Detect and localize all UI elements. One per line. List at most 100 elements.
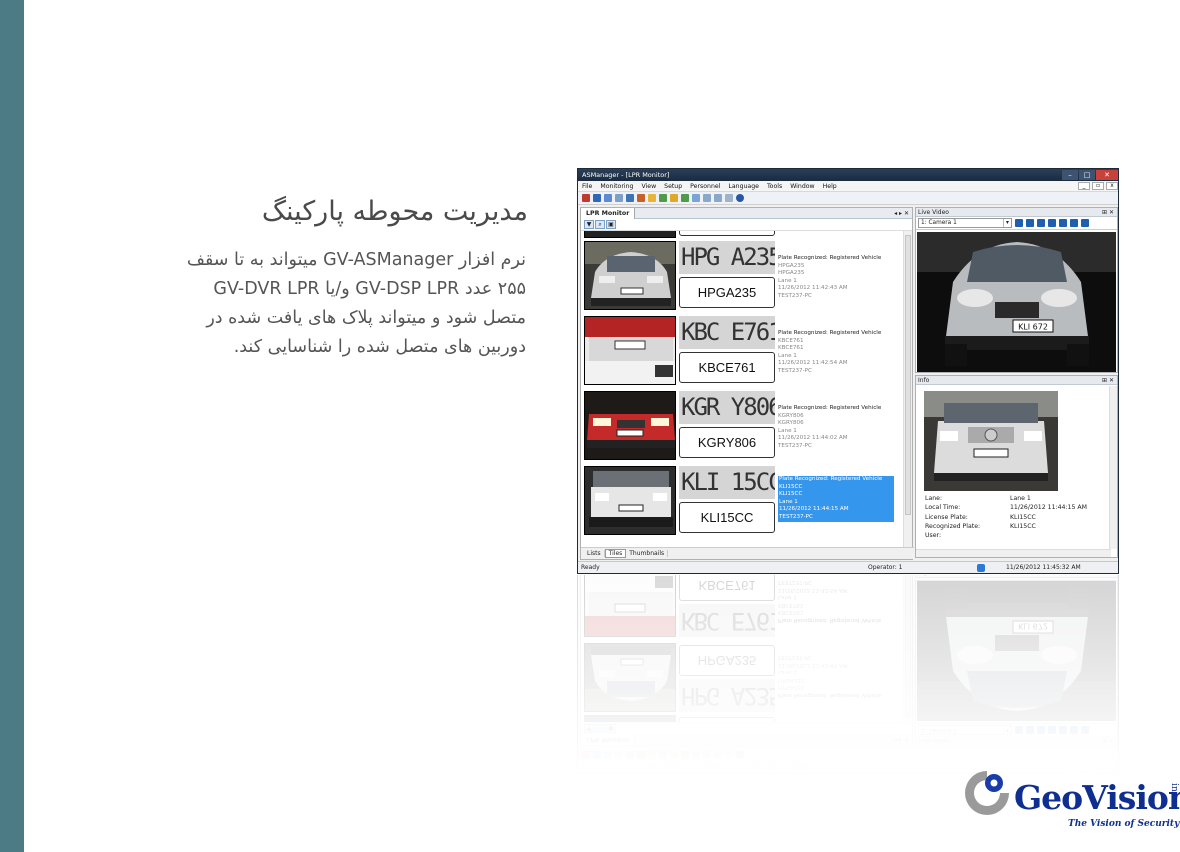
window-titlebar: ASManager - [LPR Monitor] – □ ✕ xyxy=(578,169,1118,181)
view-mode-tabs: Lists Tiles Thumbnails xyxy=(581,547,914,559)
slide-title: مدیریت محوطه پارکینگ xyxy=(261,196,528,227)
plate-crop: KBC E761 xyxy=(679,316,775,349)
zoom-out-icon[interactable] xyxy=(1070,219,1078,227)
alert-icon[interactable] xyxy=(648,194,656,202)
list-item[interactable]: HPG A235 HPGA235 Plate Recognized: Regis… xyxy=(581,239,903,311)
car-snapshot xyxy=(584,466,676,535)
maximize-button[interactable]: □ xyxy=(1079,170,1095,180)
list-item[interactable]: KGR Y806 KGRY806 Plate Recognized: Regis… xyxy=(581,389,903,461)
car-snapshot xyxy=(584,391,676,460)
menu-tools[interactable]: Tools xyxy=(767,183,782,190)
menu-file[interactable]: File xyxy=(582,183,592,190)
mdi-close-button[interactable]: x xyxy=(1106,182,1118,190)
close-button[interactable]: ✕ xyxy=(1096,170,1118,180)
zoom-in-icon[interactable] xyxy=(1059,219,1067,227)
event-lane: Lane 1 xyxy=(778,352,797,359)
ptz-icon[interactable] xyxy=(1026,219,1034,227)
info-vertical-scrollbar[interactable] xyxy=(1109,386,1117,549)
record-icon[interactable] xyxy=(637,194,645,202)
field-label-user: User: xyxy=(925,532,942,540)
settings-icon[interactable] xyxy=(692,194,700,202)
asmanager-window: ASManager - [LPR Monitor] – □ ✕ File Mon… xyxy=(577,168,1119,574)
filter-icon[interactable]: ▼ xyxy=(584,220,594,229)
event-plate: KBCE761 xyxy=(778,337,804,344)
event-recognized-plate: KGRY806 xyxy=(778,420,804,427)
info-pane: Info ⊞ ✕ Lane: Lane 1 Local Time: 11/26/20… xyxy=(915,375,1118,558)
event-details: Plate Recognized: Registered Vehicle KGR… xyxy=(778,405,894,451)
status-bar: Ready Operator: 1 11/26/2012 11:45:32 AM xyxy=(578,561,1118,573)
login-icon[interactable] xyxy=(593,194,601,202)
event-lane: Lane 1 xyxy=(778,277,797,284)
field-value-lane: Lane 1 xyxy=(1010,495,1031,502)
mdi-minimize-button[interactable]: _ xyxy=(1078,182,1090,190)
pane-controls-icon[interactable]: ◂ ▸ ✕ xyxy=(894,210,909,217)
info-horizontal-scrollbar[interactable] xyxy=(916,549,1111,557)
network-icon xyxy=(977,564,985,572)
field-value-local-time: 11/26/2012 11:44:15 AM xyxy=(1010,504,1087,512)
camera-icon[interactable] xyxy=(615,194,623,202)
display-icon[interactable] xyxy=(703,194,711,202)
report-icon[interactable] xyxy=(659,194,667,202)
tab-tiles[interactable]: Tiles xyxy=(604,549,627,558)
key-icon[interactable] xyxy=(670,194,678,202)
event-plate: KLI15CC xyxy=(779,483,803,490)
camera-select[interactable]: 1: Camera 1 ▾ xyxy=(918,218,1012,228)
plate-crop: KGR Y806 xyxy=(679,391,775,424)
menu-personnel[interactable]: Personnel xyxy=(690,183,720,190)
fullscreen-icon[interactable] xyxy=(1081,219,1089,227)
event-plate: KGRY806 xyxy=(778,412,804,419)
menu-view[interactable]: View xyxy=(641,183,656,190)
description-line: متصل شود و میتواند پلاک های یافت شده در xyxy=(206,308,526,328)
info-title: Info xyxy=(918,376,930,384)
camera-select-value: 1: Camera 1 xyxy=(921,220,957,226)
plate-text-box: KLI15CC xyxy=(679,502,775,533)
event-recognized-plate: KBCE761 xyxy=(778,345,804,352)
layout-icon[interactable] xyxy=(714,194,722,202)
check-icon[interactable] xyxy=(681,194,689,202)
live-video-pane: Live Video ⊞ ✕ 1: Camera 1 ▾ KLI 672 xyxy=(915,207,1118,373)
field-label-lane: Lane: xyxy=(925,495,943,502)
info-snapshot xyxy=(924,391,1058,491)
event-status: Plate Recognized: Registered Vehicle xyxy=(778,330,882,336)
lpr-tab-bar: LPR Monitor ◂ ▸ ✕ xyxy=(581,207,912,219)
live-video-feed[interactable]: KLI 672 xyxy=(917,232,1116,372)
description-line: دوربین های متصل شده را شناسایی کند. xyxy=(233,337,526,357)
menu-window[interactable]: Window xyxy=(790,183,814,190)
help-icon[interactable] xyxy=(736,194,744,202)
move-icon[interactable] xyxy=(1037,219,1045,227)
lpr-toolbar: ▼ ⌕ ▣ xyxy=(581,219,912,231)
event-time: 11/26/2012 11:42:54 AM xyxy=(778,360,848,367)
monitor-icon[interactable] xyxy=(604,194,612,202)
search-icon[interactable]: ⌕ xyxy=(595,220,605,229)
menu-monitoring[interactable]: Monitoring xyxy=(600,183,633,190)
menu-setup[interactable]: Setup xyxy=(664,183,682,190)
logout-icon[interactable] xyxy=(582,194,590,202)
minimize-button[interactable]: – xyxy=(1062,170,1078,180)
window-icon[interactable] xyxy=(725,194,733,202)
scrollbar-thumb[interactable] xyxy=(905,235,911,515)
snapshot-icon[interactable] xyxy=(1015,219,1023,227)
event-plate: HPGA235 xyxy=(778,262,805,269)
car-snapshot xyxy=(584,241,676,310)
main-toolbar xyxy=(578,192,1118,205)
side-accent-bar xyxy=(0,0,24,852)
logo-brand: GeoVision xyxy=(1014,778,1180,817)
menu-help[interactable]: Help xyxy=(823,183,837,190)
logo-tagline: The Vision of Security xyxy=(1068,819,1180,829)
server-icon[interactable] xyxy=(626,194,634,202)
zoom-icon[interactable] xyxy=(1048,219,1056,227)
tab-lpr-monitor[interactable]: LPR Monitor xyxy=(581,207,636,219)
list-item-selected[interactable]: KLI 15CC KLI15CC Plate Recognized: Regis… xyxy=(581,464,903,536)
mdi-restore-button[interactable]: ▫ xyxy=(1092,182,1104,190)
pane-pin-icon[interactable]: ⊞ ✕ xyxy=(1102,209,1114,216)
list-item-partial[interactable] xyxy=(581,231,903,239)
tab-lists[interactable]: Lists xyxy=(584,550,605,557)
logo-mark-icon xyxy=(965,771,1009,815)
tab-thumbnails[interactable]: Thumbnails xyxy=(626,550,669,557)
menu-bar: File Monitoring View Setup Personnel Lan… xyxy=(578,181,1118,192)
menu-language[interactable]: Language xyxy=(728,183,759,190)
list-item[interactable]: KBC E761 KBCE761 Plate Recognized: Regis… xyxy=(581,314,903,386)
pane-pin-icon[interactable]: ⊞ ✕ xyxy=(1102,377,1114,384)
lpr-list-scrollbar[interactable] xyxy=(903,231,912,547)
lock-icon[interactable]: ▣ xyxy=(606,220,616,229)
